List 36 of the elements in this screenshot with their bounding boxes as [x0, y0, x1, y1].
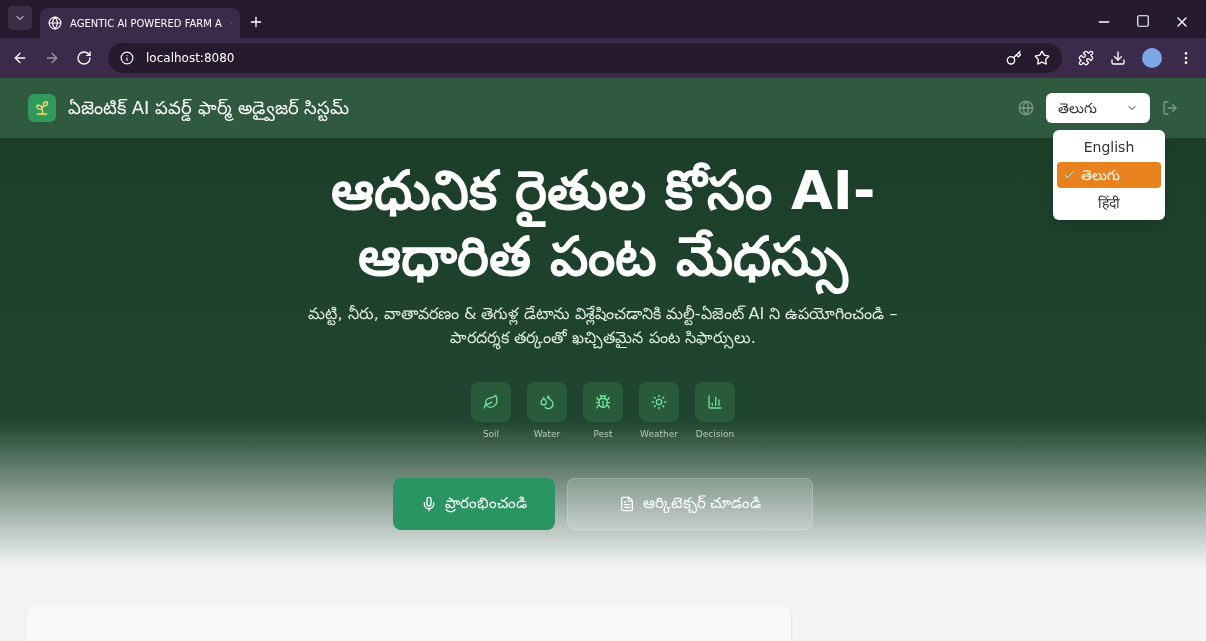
hero-subtitle: మట్టి, నీరు, వాతావరణం & తెగుళ్ల డేటాను విశ్లేషించడానికి మల్టీ-ఏజెంట్ AI ని ఉపయోగించండి – పారదర్శక తర్కంతో ఖచ్చితమైన పంట సిఫార్సులు. [303, 302, 903, 350]
extensions-icon[interactable] [1078, 50, 1094, 66]
agent-label: Pest [593, 428, 613, 441]
hero-title: ఆధునిక రైతుల కోసం AI- ఆధారిత పంట మేధస్సు [330, 154, 876, 294]
back-icon[interactable] [12, 50, 28, 66]
sun-icon [651, 394, 667, 410]
url-text: localhost:8080 [146, 50, 235, 66]
profile-avatar[interactable] [1142, 48, 1162, 68]
sprout-icon [34, 100, 50, 116]
language-option[interactable]: हिंदी [1057, 190, 1161, 216]
globe-icon [48, 16, 62, 30]
agent-label: Weather [640, 428, 678, 441]
download-icon[interactable] [1110, 50, 1126, 66]
language-option[interactable]: English [1057, 134, 1161, 160]
microphone-icon [421, 495, 437, 512]
logout-icon[interactable] [1162, 100, 1178, 116]
key-icon[interactable] [1006, 50, 1022, 66]
maximize-icon[interactable] [1136, 14, 1150, 28]
leaf-icon [483, 394, 499, 410]
agent-label: Decision [695, 428, 735, 441]
agent-label: Soil [482, 428, 500, 441]
check-icon [1063, 169, 1075, 181]
start-button[interactable]: ప్రారంభించండి [393, 477, 555, 530]
new-tab-icon[interactable] [248, 14, 264, 30]
info-icon[interactable] [120, 51, 134, 65]
address-bar[interactable]: localhost:8080 [108, 43, 1062, 73]
bug-icon [595, 394, 611, 410]
agent-label: Water [533, 428, 561, 441]
droplets-icon [539, 394, 555, 410]
reload-icon[interactable] [76, 50, 92, 66]
document-icon [618, 495, 635, 512]
language-select[interactable]: తెలుగు [1046, 93, 1150, 123]
bar-chart-icon [707, 394, 723, 410]
globe-icon [1018, 100, 1034, 116]
bookmark-star-icon[interactable] [1034, 50, 1050, 66]
app-title: ఏజెంటిక్ AI పవర్డ్ ఫార్మ్ అడ్వైజర్ సిస్టమ్ [68, 94, 350, 122]
